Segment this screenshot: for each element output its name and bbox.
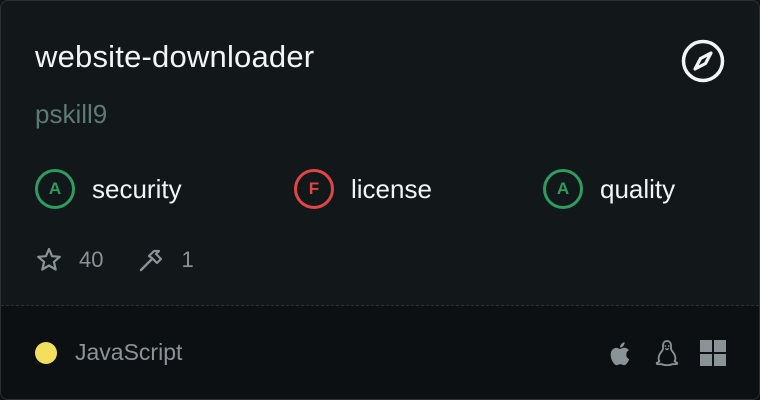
license-label: license [351, 173, 432, 204]
compass-icon[interactable] [681, 39, 725, 83]
score-license[interactable]: F license [294, 166, 432, 212]
repo-owner[interactable]: pskill9 [35, 99, 107, 130]
repo-card[interactable]: website-downloader pskill9 A security F … [0, 0, 760, 400]
license-grade-badge: F [294, 169, 334, 209]
repo-title[interactable]: website-downloader [35, 39, 314, 75]
security-label: security [92, 173, 182, 204]
windows-icon [700, 340, 726, 366]
platform-icons [607, 337, 727, 369]
card-footer: JavaScript [1, 306, 759, 399]
quality-grade-badge: A [543, 169, 583, 209]
linux-icon [655, 340, 679, 367]
score-quality[interactable]: A quality [543, 166, 675, 212]
repo-stats: 40 1 [35, 243, 194, 277]
star-icon [37, 247, 61, 271]
stars-count: 40 [79, 247, 104, 272]
score-security[interactable]: A security [35, 166, 182, 212]
quality-label: quality [600, 173, 676, 204]
apple-icon [610, 342, 630, 366]
tools-count: 1 [181, 247, 194, 272]
language-name: JavaScript [75, 339, 183, 365]
language-color-dot [35, 342, 57, 364]
hammer-icon [140, 249, 163, 272]
security-grade-badge: A [35, 169, 75, 209]
card-body: website-downloader pskill9 A security F … [1, 1, 759, 305]
